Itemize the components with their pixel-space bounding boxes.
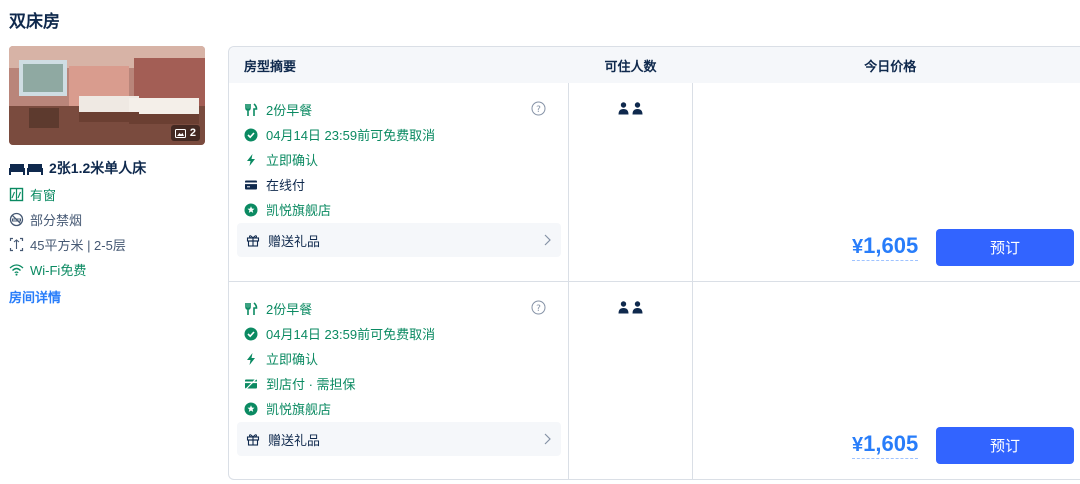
breakfast-info: 2份早餐 [244,296,554,321]
area-icon [9,237,24,251]
store-info: 凯悦旗舰店 [244,197,554,222]
book-button[interactable]: 预订 [936,427,1074,464]
facility-wifi: Wi-Fi免费 [9,260,205,278]
facility-wifi-label: Wi-Fi免费 [30,262,87,278]
person-icon [632,301,643,314]
price: ¥1,605 [852,431,919,459]
price-amount: 1,605 [863,431,919,456]
store-label: 凯悦旗舰店 [266,203,332,218]
facility-window: 有窗 [9,185,205,203]
bed-info: 2张1.2米单人床 [9,158,205,178]
payment-label: 在线付 [266,178,306,193]
chevron-right-icon [544,234,551,246]
utensils-icon [245,102,258,116]
person-icon [632,102,643,115]
pay-at-hotel-icon [245,378,257,389]
rate-features: ? 2份早餐 04月14日 23:59前可免费取消 立即确认 在线付 凯悦旗舰店 [244,97,554,222]
confirm-info: 立即确认 [244,147,554,172]
gift-label: 赠送礼品 [268,432,321,448]
help-icon[interactable]: ? [531,300,546,315]
price: ¥1,605 [852,233,919,261]
svg-text:?: ? [536,304,541,314]
rate-row: ? 2份早餐 04月14日 23:59前可免费取消 立即确认 在线付 凯悦旗舰店 [229,83,1080,282]
confirm-label: 立即确认 [266,153,319,168]
payment-info: 到店付 · 需担保 [244,371,554,396]
breakfast-label: 2份早餐 [266,103,313,118]
breakfast-label: 2份早餐 [266,302,313,317]
table-header: 房型摘要 可住人数 今日价格 [229,47,1080,83]
price-amount: 1,605 [863,233,919,258]
window-icon [9,187,24,201]
store-label: 凯悦旗舰店 [266,402,332,417]
facility-smoking-label: 部分禁烟 [30,212,83,228]
guest-capacity [618,301,643,314]
facility-window-label: 有窗 [30,187,57,203]
store-info: 凯悦旗舰店 [244,396,554,421]
cancel-info: 04月14日 23:59前可免费取消 [244,122,554,147]
help-icon[interactable]: ? [531,101,546,116]
card-icon [245,180,257,189]
star-badge-icon [244,203,258,216]
wifi-icon [9,263,24,276]
bed-icon [9,164,43,175]
header-summary: 房型摘要 [244,58,297,74]
room-detail-link[interactable]: 房间详情 [9,287,205,306]
facility-area: 45平方米 | 2-5层 [9,235,205,253]
header-price: 今日价格 [864,58,917,74]
currency-symbol: ¥ [852,236,864,258]
facility-area-label: 45平方米 | 2-5层 [30,237,126,253]
confirm-label: 立即确认 [266,352,319,367]
room-title: 双床房 [9,12,60,31]
rate-row: ? 2份早餐 04月14日 23:59前可免费取消 立即确认 到店付 · 需担保… [229,282,1080,480]
star-badge-icon [244,402,258,415]
check-circle-icon [244,327,258,340]
rate-table: 房型摘要 可住人数 今日价格 ? 2份早餐 04月14日 23:59前可免费取消… [228,46,1080,480]
lightning-icon [247,352,255,365]
room-info: 2 2张1.2米单人床 有窗 部分禁烟 45平方米 | 2-5层 Wi-Fi免费… [9,46,205,306]
bed-label: 2张1.2米单人床 [49,160,147,176]
breakfast-info: 2份早餐 [244,97,554,122]
book-button[interactable]: 预订 [936,229,1074,266]
check-circle-icon [244,128,258,141]
gift-icon [246,434,260,446]
facility-smoking: 部分禁烟 [9,210,205,228]
gift-label: 赠送礼品 [268,233,321,249]
currency-symbol: ¥ [852,434,864,456]
confirm-info: 立即确认 [244,346,554,371]
cancel-info: 04月14日 23:59前可免费取消 [244,321,554,346]
gift-row[interactable]: 赠送礼品 [237,223,561,257]
cancel-label: 04月14日 23:59前可免费取消 [266,128,436,143]
cancel-label: 04月14日 23:59前可免费取消 [266,327,436,342]
photo-count: 2 [189,127,196,139]
payment-info: 在线付 [244,172,554,197]
photo-count-badge: 2 [170,125,200,141]
gift-row[interactable]: 赠送礼品 [237,422,561,456]
rate-features: ? 2份早餐 04月14日 23:59前可免费取消 立即确认 到店付 · 需担保… [244,296,554,421]
person-icon [618,301,629,314]
no-smoking-icon [9,212,24,226]
lightning-icon [247,153,255,166]
chevron-right-icon [544,433,551,445]
image-icon [174,128,186,138]
gift-icon [246,235,260,247]
person-icon [618,102,629,115]
room-photo[interactable]: 2 [9,46,205,145]
payment-label: 到店付 · 需担保 [266,377,356,392]
header-guests: 可住人数 [604,58,657,74]
guest-capacity [618,102,643,115]
svg-text:?: ? [536,105,541,115]
utensils-icon [245,301,258,315]
